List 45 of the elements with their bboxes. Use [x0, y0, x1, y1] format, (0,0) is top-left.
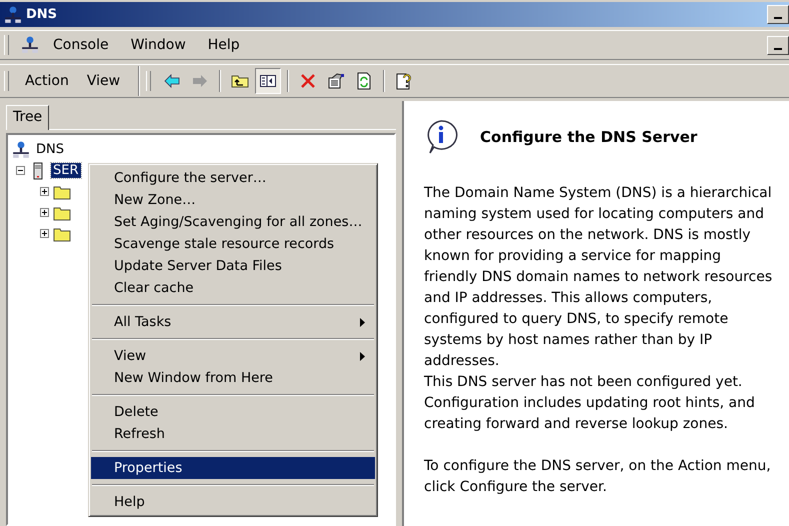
description-text: To configure the DNS server, on the Action menu, click Configure the server.	[424, 457, 772, 497]
window-title: DNS	[26, 7, 58, 22]
network-icon	[21, 36, 39, 54]
network-icon	[4, 6, 22, 24]
menu-item[interactable]: Update Server Data Files	[91, 255, 375, 277]
tree-item[interactable]: DNS	[34, 142, 66, 157]
menu-item[interactable]: Scavenge stale resource records	[91, 233, 375, 255]
x-icon	[299, 72, 318, 90]
help-icon	[395, 72, 414, 90]
document-icon	[327, 72, 346, 90]
show-tree-button[interactable]	[255, 68, 282, 94]
menu-item[interactable]: New Window from Here	[91, 367, 375, 389]
minimize-button[interactable]	[767, 36, 789, 54]
panel-icon	[259, 72, 278, 90]
menu-item[interactable]: View	[78, 71, 128, 91]
collapse-icon[interactable]	[16, 166, 25, 175]
menu-item[interactable]: Action	[17, 71, 77, 91]
description-text: This DNS server has not been configured yet. Configuration includes updating root hints, and creating forward and reverse lookup zones.	[424, 373, 756, 434]
menu-item[interactable]: Console	[45, 35, 117, 55]
submenu-arrow-icon	[360, 352, 365, 360]
tree-item[interactable]: SER	[51, 163, 80, 178]
menu-item[interactable]: All Tasks	[91, 311, 375, 333]
menu-item[interactable]: Refresh	[91, 423, 375, 445]
menu-item[interactable]: Window	[122, 35, 194, 55]
menu-item[interactable]: Delete	[91, 401, 375, 423]
expand-icon[interactable]	[40, 208, 49, 217]
network-icon	[12, 140, 30, 158]
menu-item[interactable]: New Zone…	[91, 189, 375, 211]
right-arrow-icon	[191, 72, 210, 90]
menu-item[interactable]: Configure the server…	[91, 167, 375, 189]
expand-icon[interactable]	[40, 187, 49, 196]
menu-item[interactable]: Clear cache	[91, 277, 375, 299]
details-heading: Configure the DNS Server	[480, 128, 698, 146]
description-text: The Domain Name System (DNS) is a hierarchical naming system used for locating computers and other resources on the network. DNS is mostly known for providing a service for mapping friendly DNS domain names to network resources and IP addresses. This allows computers, configured to query DNS, to specify remote systems by host names rather than by IP addresses.	[424, 184, 774, 371]
menu-item[interactable]: Set Aging/Scavenging for all zones…	[91, 211, 375, 233]
document-icon	[355, 72, 374, 90]
menu-item[interactable]: View	[91, 345, 375, 367]
submenu-arrow-icon	[360, 318, 365, 326]
minimize-button[interactable]	[767, 5, 789, 24]
left-arrow-icon	[163, 72, 182, 90]
expand-icon[interactable]	[40, 229, 49, 238]
menu-item[interactable]: Help	[91, 491, 375, 513]
menu-item[interactable]: Help	[200, 35, 248, 55]
menu-item[interactable]: Properties	[91, 457, 375, 479]
tree-tab[interactable]: Tree	[6, 105, 50, 130]
